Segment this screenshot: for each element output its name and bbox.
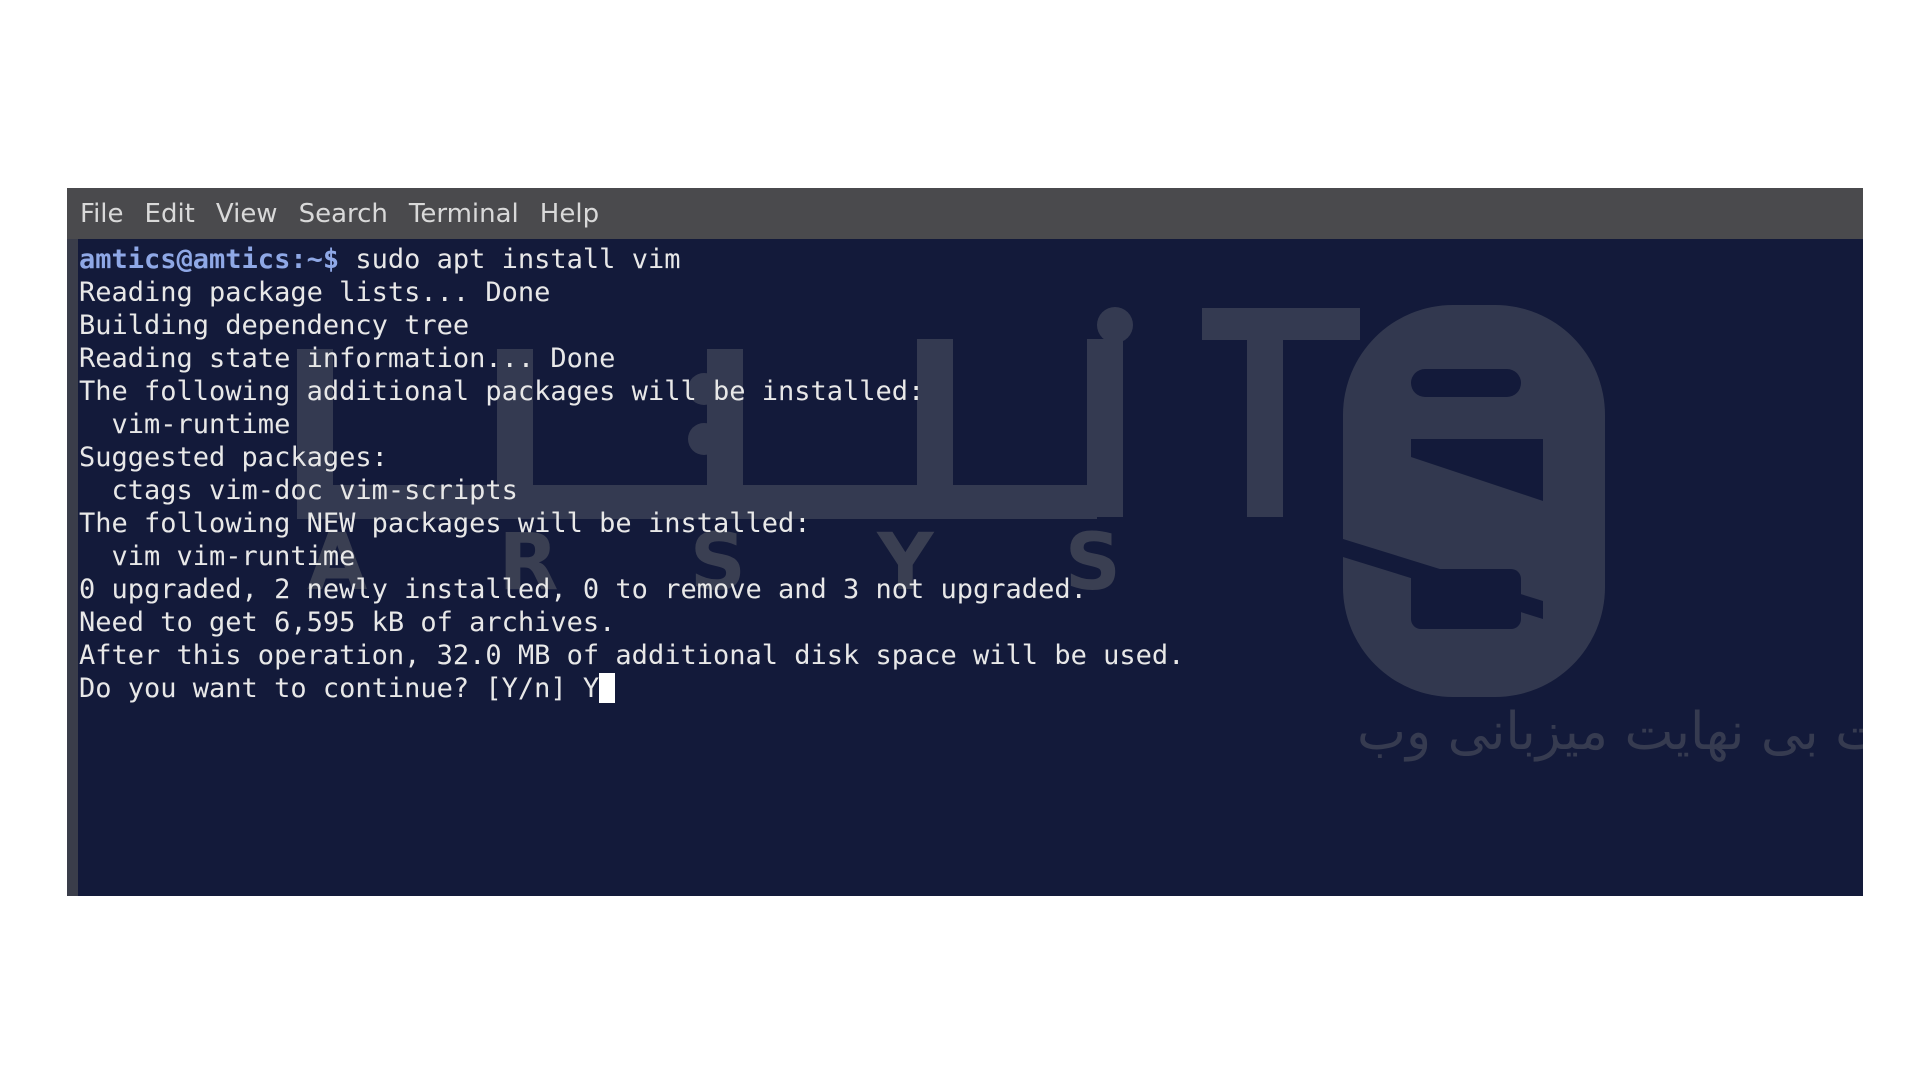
menu-help[interactable]: Help xyxy=(540,199,599,229)
confirm-line[interactable]: Do you want to continue? [Y/n] Y xyxy=(79,672,1184,705)
logo-shield-icon xyxy=(1343,305,1605,697)
window-left-edge xyxy=(67,239,78,896)
output-line: After this operation, 32.0 MB of additio… xyxy=(79,640,1185,671)
output-line: The following NEW packages will be insta… xyxy=(79,508,811,539)
text-cursor xyxy=(599,673,616,703)
shell-prompt: amtics@amtics:~$ xyxy=(79,244,340,275)
watermark-tagline: سرعت بی نهایت میزبانی وب xyxy=(1357,702,1863,762)
command-line: amtics@amtics:~$ sudo apt install vim xyxy=(79,243,1184,276)
typed-command: sudo apt install vim xyxy=(339,244,681,275)
output-line: Need to get 6,595 kB of archives. xyxy=(79,607,616,638)
terminal-window[interactable]: File Edit View Search Terminal Help A R … xyxy=(67,188,1863,896)
output-line: The following additional packages will b… xyxy=(79,376,925,407)
output-line: 0 upgraded, 2 newly installed, 0 to remo… xyxy=(79,574,1087,605)
menu-view[interactable]: View xyxy=(216,199,278,229)
confirm-answer: Y xyxy=(582,673,600,704)
output-line: Reading state information... Done xyxy=(79,343,616,374)
menu-terminal[interactable]: Terminal xyxy=(409,199,519,229)
menu-edit[interactable]: Edit xyxy=(145,199,195,229)
page: File Edit View Search Terminal Help A R … xyxy=(0,0,1920,1080)
output-line: Building dependency tree xyxy=(79,310,470,341)
menu-search[interactable]: Search xyxy=(299,199,388,229)
output-line: ctags vim-doc vim-scripts xyxy=(79,475,518,506)
output-line: vim-runtime xyxy=(79,409,291,440)
output-line: Reading package lists... Done xyxy=(79,277,551,308)
menu-file[interactable]: File xyxy=(80,199,124,229)
menu-bar: File Edit View Search Terminal Help xyxy=(67,188,1863,239)
output-line: vim vim-runtime xyxy=(79,541,356,572)
terminal-output: amtics@amtics:~$ sudo apt install vim Rea… xyxy=(79,243,1184,705)
confirm-question: Do you want to continue? [Y/n] xyxy=(79,673,583,704)
output-line: Suggested packages: xyxy=(79,442,388,473)
